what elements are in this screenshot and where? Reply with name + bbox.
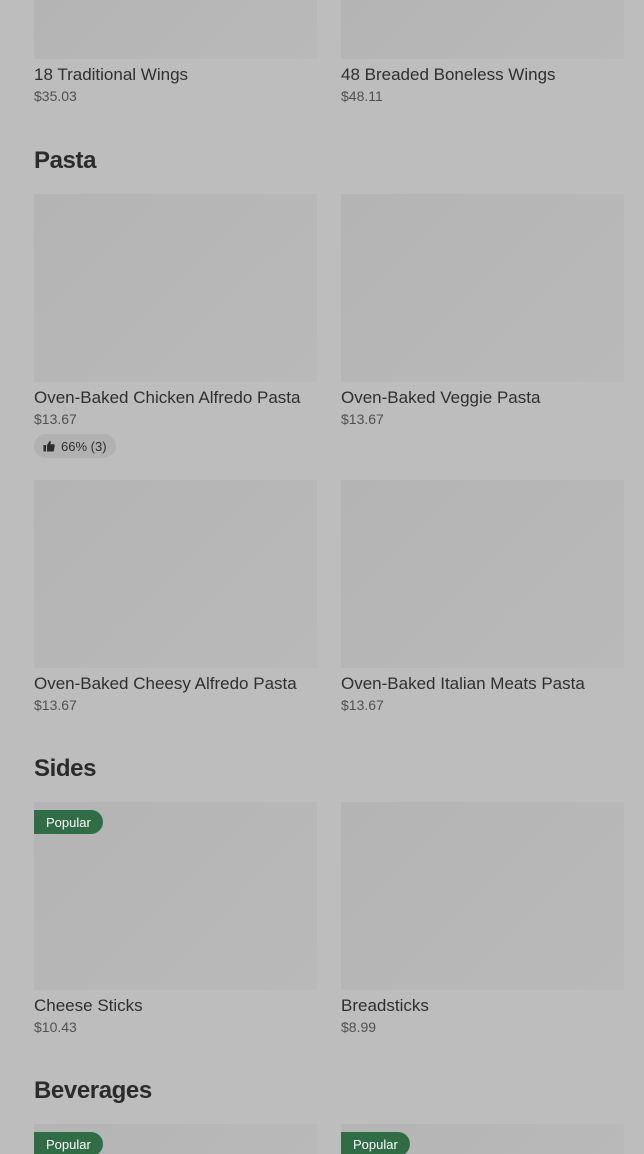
item-image[interactable] [341, 0, 624, 59]
item-image[interactable] [341, 802, 624, 990]
pasta-grid-row-2: Oven-Baked Cheesy Alfredo Pasta $13.67 O… [34, 480, 624, 714]
item-price: $13.67 [341, 411, 384, 427]
item-name: Oven-Baked Cheesy Alfredo Pasta [34, 674, 297, 693]
menu-item-card[interactable]: Popular [34, 1124, 317, 1154]
menu-item-card[interactable]: Popular Cheese Sticks $10.43 [34, 802, 317, 1036]
item-name: 18 Traditional Wings [34, 65, 189, 84]
item-name: Cheese Sticks [34, 996, 143, 1015]
item-image[interactable] [34, 194, 317, 382]
menu-item-card[interactable]: 18 Traditional Wings $35.03 [34, 0, 317, 105]
pasta-grid-row-1: Oven-Baked Chicken Alfredo Pasta $13.67 … [34, 194, 624, 458]
item-price: $13.67 [34, 697, 77, 713]
item-image[interactable]: Popular [34, 1124, 317, 1154]
item-image[interactable] [34, 480, 317, 668]
item-name: Oven-Baked Italian Meats Pasta [341, 674, 585, 693]
item-price: $8.99 [341, 1019, 377, 1035]
popular-badge: Popular [341, 1132, 410, 1154]
menu-item-card[interactable]: Oven-Baked Veggie Pasta $13.67 [341, 194, 624, 458]
menu-item-card[interactable]: Breadsticks $8.99 [341, 802, 624, 1036]
menu-item-card[interactable]: Oven-Baked Chicken Alfredo Pasta $13.67 … [34, 194, 317, 458]
rating-text: 66% (3) [61, 438, 107, 454]
sides-grid: Popular Cheese Sticks $10.43 Breadsticks… [34, 802, 624, 1036]
section-title-sides: Sides [34, 755, 97, 782]
beverages-grid: Popular Popular [34, 1124, 624, 1154]
item-price: $35.03 [34, 88, 77, 104]
section-title-beverages: Beverages [34, 1077, 152, 1104]
item-name: 48 Breaded Boneless Wings [341, 65, 556, 84]
item-price: $10.43 [34, 1019, 77, 1035]
popular-badge: Popular [34, 810, 103, 834]
menu-item-card[interactable]: Oven-Baked Cheesy Alfredo Pasta $13.67 [34, 480, 317, 714]
popular-badge: Popular [34, 1132, 103, 1154]
item-image[interactable] [341, 480, 624, 668]
menu-item-card[interactable]: Oven-Baked Italian Meats Pasta $13.67 [341, 480, 624, 714]
item-image[interactable]: Popular [34, 802, 317, 990]
menu-page: 18 Traditional Wings $35.03 48 Breaded B… [0, 0, 644, 1154]
item-name: Oven-Baked Chicken Alfredo Pasta [34, 388, 301, 407]
item-image[interactable] [34, 0, 317, 59]
menu-item-card[interactable]: 48 Breaded Boneless Wings $48.11 [341, 0, 624, 105]
item-image[interactable] [341, 194, 624, 382]
wings-grid: 18 Traditional Wings $35.03 48 Breaded B… [34, 0, 624, 105]
item-price: $13.67 [341, 697, 384, 713]
thumbs-up-icon [43, 440, 55, 452]
item-price: $13.67 [34, 411, 77, 427]
item-name: Oven-Baked Veggie Pasta [341, 388, 541, 407]
item-price: $48.11 [341, 88, 383, 104]
item-name: Breadsticks [341, 996, 429, 1015]
item-image[interactable]: Popular [341, 1124, 624, 1154]
menu-item-card[interactable]: Popular [341, 1124, 624, 1154]
section-title-pasta: Pasta [34, 147, 97, 174]
rating-pill: 66% (3) [34, 434, 116, 458]
